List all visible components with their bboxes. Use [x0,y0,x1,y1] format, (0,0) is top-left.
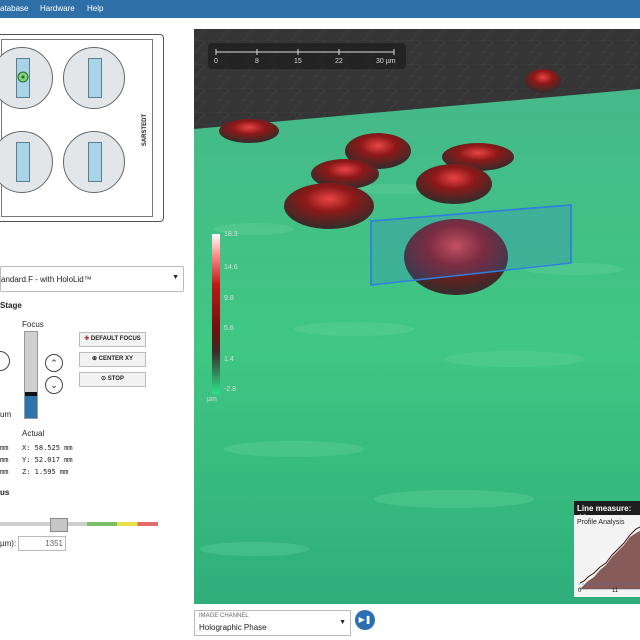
scale-tick: 22 [335,58,343,65]
target-icon: ⊕ [91,356,97,362]
target-y-unit: mm [0,456,9,464]
center-xy-button[interactable]: ⊕ CENTER XY [79,352,146,367]
center-xy-label: CENTER XY [98,356,134,362]
slide [88,142,102,182]
objective-select[interactable]: andard.F - with HoloLid™ ▼ [0,266,184,292]
menu-database[interactable]: atabase [0,4,28,13]
scale-tick: 15 [294,58,302,65]
scale-bar: 0 8 15 22 30 µm [208,43,406,69]
play-pause-icon: ▶❚ [358,615,372,624]
target-z-unit: mm [0,468,9,476]
stop-label: STOP [107,376,124,382]
well-plate: SARSTEDT [0,34,164,222]
slider-thumb[interactable] [50,518,68,532]
focus-down-button[interactable]: ⌄ [45,376,63,394]
focus-label: Focus [22,320,44,329]
divider [0,478,68,498]
chevron-down-icon: ▼ [172,274,179,281]
slide [16,142,30,182]
focus-unit: um [0,410,12,419]
well-b2[interactable] [63,131,125,193]
height-colorbar: 18.3 14.6 9.8 5.6 1.4 -2.8 µm [207,229,238,407]
menu-help[interactable]: Help [87,4,103,13]
crosshair-icon: ✚ [84,336,90,342]
colorbar-tick: 1.4 [224,356,234,363]
objective-select-value: andard.F - with HoloLid™ [1,275,92,284]
image-channel-select[interactable]: IMAGE CHANNEL Holographic Phase ▼ [194,610,351,636]
focus-up-button[interactable]: ⌃ [45,354,63,372]
autofocus-slider[interactable] [0,522,158,526]
stop-button[interactable]: ⊙ STOP [79,372,146,387]
focus-level-fill [25,396,37,418]
focus-range-input[interactable]: 1351 [18,536,66,551]
actual-label: Actual [22,429,45,438]
profile-chart: Profile Analysis 0 11 [574,515,640,597]
colorbar-unit: µm [207,396,217,403]
plate-brand: SARSTEDT [142,113,149,147]
slide [88,58,102,98]
image-channel-value: Holographic Phase [199,623,267,632]
stage-joystick[interactable] [0,351,10,371]
well-a2[interactable] [63,47,125,109]
colorbar-tick: 9.8 [224,295,234,302]
actual-x: X: 58.525 mm [22,444,73,452]
default-focus-label: DEFAULT FOCUS [90,336,141,342]
profile-x-tick: 11 [612,588,619,594]
chevron-down-icon: ▼ [339,619,346,626]
colorbar-tick: 18.3 [224,231,238,238]
image-channel-label: IMAGE CHANNEL [199,613,249,619]
stop-icon: ⊙ [101,376,107,382]
scale-tick: 30 µm [376,58,396,65]
profile-plot [578,526,640,590]
colorbar-tick: 5.6 [224,325,234,332]
scale-bar-ruler [215,49,395,55]
colorbar-gradient [212,234,220,394]
line-measure-label: Line measure: [577,504,632,513]
stage-title: Stage [0,301,22,310]
colorbar-tick: 14.6 [224,264,238,271]
target-x-unit: mm [0,444,9,452]
menu-hardware[interactable]: Hardware [40,4,75,13]
scale-tick: 0 [214,58,218,65]
profile-x-tick: 0 [578,588,582,594]
profile-panel[interactable]: Line measure: 46 Profile Analysis 0 11 [574,501,640,597]
scale-tick: 8 [255,58,259,65]
control-panel: SARSTEDT andard.F - with HoloLid™ ▼ Stag… [0,18,192,640]
position-marker-icon [17,71,29,83]
field-label: µm): [0,539,17,548]
default-focus-button[interactable]: ✚ DEFAULT FOCUS [79,332,146,347]
colorbar-tick: -2.8 [224,386,237,393]
3d-viewport[interactable]: 0 8 15 22 30 µm 18.3 14.6 9.8 5.6 1.4 -2… [194,29,640,604]
menu-bar: atabase Hardware Help [0,0,640,18]
play-pause-button[interactable]: ▶❚ [355,610,375,630]
focus-level-bar[interactable] [24,331,38,419]
actual-z: Z: 1.595 mm [22,468,69,476]
actual-y: Y: 52.017 mm [22,456,73,464]
